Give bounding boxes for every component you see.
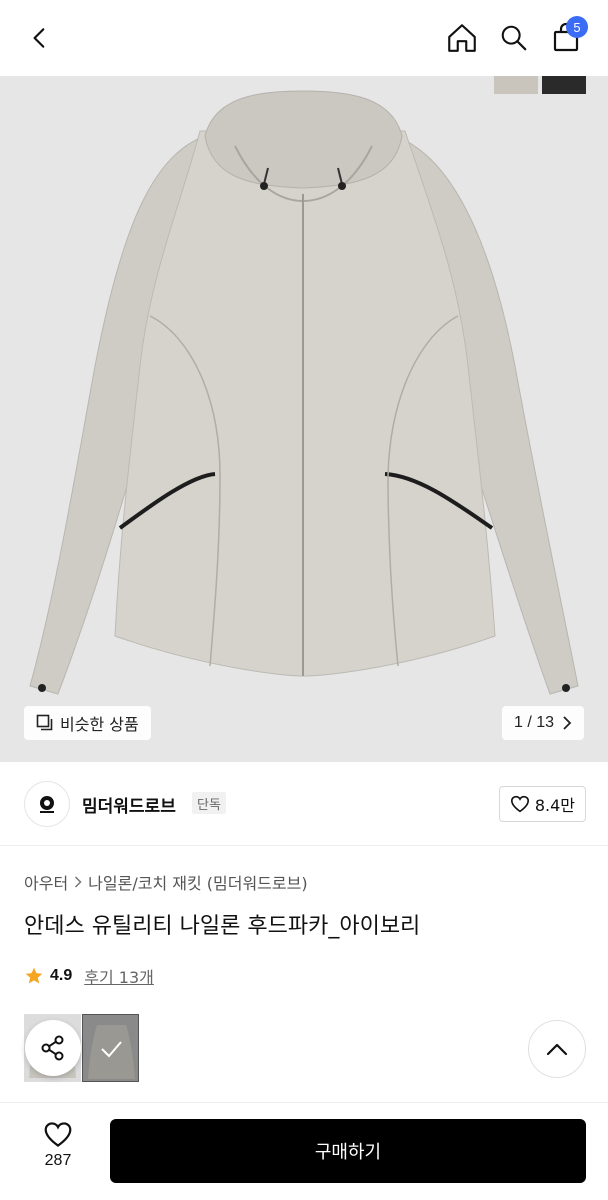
heart-icon: [510, 795, 529, 813]
top-navigation-bar: 5: [0, 0, 608, 76]
review-link[interactable]: 후기 13개: [84, 964, 154, 988]
buy-button[interactable]: 구매하기: [110, 1119, 586, 1183]
share-button[interactable]: [24, 1020, 81, 1076]
search-icon: [501, 25, 527, 51]
thumbnail-jacket-gray: [88, 1025, 135, 1079]
breadcrumb-category[interactable]: 아우터: [24, 870, 68, 894]
chevron-left-icon: [33, 28, 45, 48]
color-thumbnail-gray-selected[interactable]: [82, 1014, 139, 1082]
brand-logo[interactable]: [24, 781, 70, 827]
chevron-right-icon: [75, 876, 82, 888]
home-icon: [448, 24, 476, 52]
bottom-purchase-bar: 287 구매하기: [0, 1102, 608, 1200]
similar-products-label: 비슷한 상품: [60, 715, 139, 734]
share-button-wrap: [24, 1014, 81, 1082]
image-counter[interactable]: 1 / 13: [501, 706, 584, 740]
heart-icon: [44, 1122, 72, 1147]
brand-name[interactable]: 밈더워드로브: [82, 792, 176, 817]
exclusive-tag: 단독: [192, 792, 226, 814]
breadcrumb: 아우터 나일론/코치 재킷 (밈더워드로브): [24, 870, 308, 894]
wishlist-button[interactable]: 287: [28, 1121, 88, 1170]
rating-score: 4.9: [50, 967, 73, 984]
star-icon: [25, 967, 43, 984]
image-counter-text: 1 / 13: [513, 714, 554, 731]
jacket-product-image: [29, 90, 579, 695]
rating-row: 4.9 후기 13개: [24, 964, 154, 988]
search-button[interactable]: [494, 18, 534, 58]
brand-like-count: 8.4만: [534, 796, 575, 815]
cart-button[interactable]: 5: [546, 16, 588, 58]
scroll-to-top-button[interactable]: [528, 1020, 586, 1078]
share-icon: [41, 1035, 63, 1061]
product-image-carousel[interactable]: 비슷한 상품 1 / 13: [0, 76, 608, 762]
chevron-right-icon: [563, 716, 572, 730]
product-title: 안데스 유틸리티 나일론 후드파카_아이보리: [24, 914, 421, 939]
similar-products-button[interactable]: 비슷한 상품: [24, 706, 151, 740]
breadcrumb-subcategory[interactable]: 나일론/코치 재킷 (밈더워드로브): [88, 870, 307, 894]
home-button[interactable]: [442, 18, 482, 58]
similar-items-icon: [36, 714, 53, 731]
cart-count-badge: 5: [566, 16, 588, 38]
chevron-up-icon: [546, 1043, 568, 1056]
back-button[interactable]: [20, 18, 60, 58]
brand-logo-mark: [40, 796, 54, 813]
brand-row: 밈더워드로브 단독 8.4만: [0, 762, 608, 846]
wishlist-count: 287: [44, 1152, 72, 1169]
brand-like-button[interactable]: 8.4만: [498, 786, 586, 822]
